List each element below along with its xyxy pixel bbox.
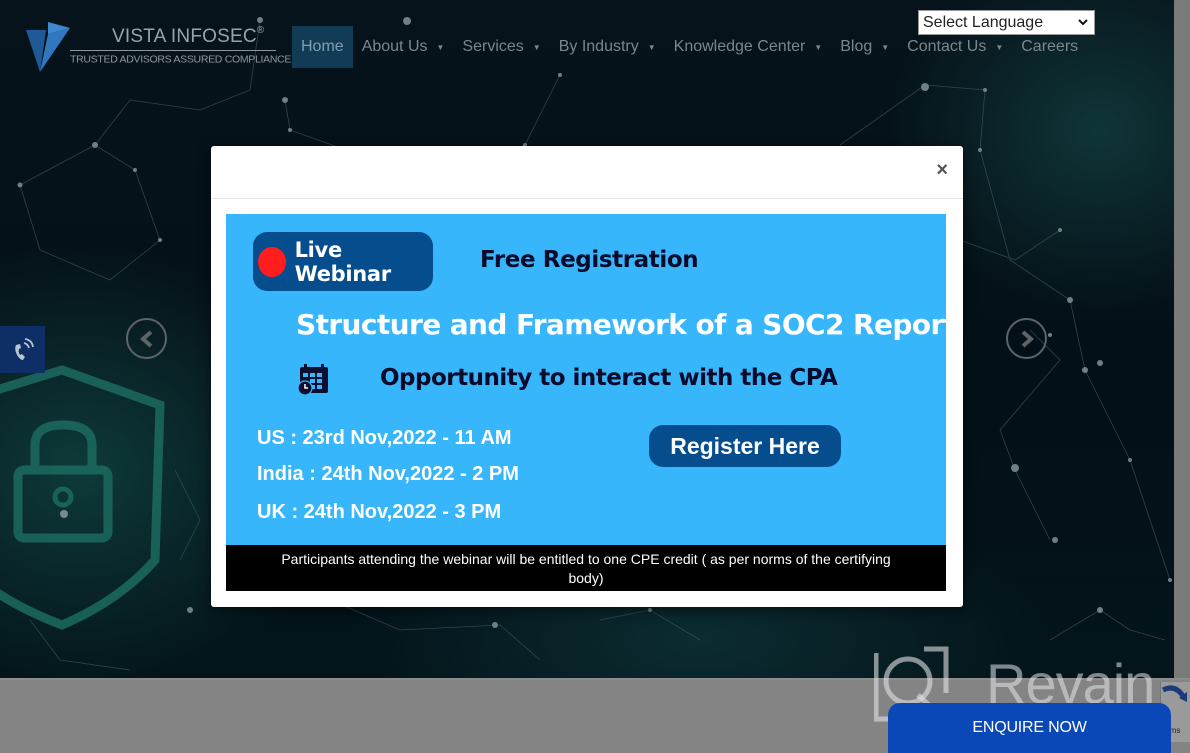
live-indicator-dot — [258, 246, 286, 277]
nav-by-industry[interactable]: By Industry ▼ — [550, 26, 665, 68]
webinar-subtitle: Opportunity to interact with the CPA — [380, 365, 838, 391]
nav-services[interactable]: Services ▼ — [453, 26, 549, 68]
schedule-us: US : 23rd Nov,2022 - 11 AM — [257, 427, 512, 449]
caret-down-icon: ▼ — [436, 42, 445, 52]
language-select[interactable]: Select Language — [918, 10, 1095, 35]
webinar-title: Structure and Framework of a SOC2 Report — [296, 308, 946, 341]
cpe-credit-note: Participants attending the webinar will … — [226, 545, 946, 591]
schedule-india: India : 24th Nov,2022 - 2 PM — [257, 463, 519, 485]
modal-header: × — [211, 146, 963, 199]
nav-blog[interactable]: Blog ▼ — [831, 26, 898, 68]
chevron-left-icon — [139, 329, 152, 348]
logo-name: VISTA INFOSEC® — [112, 24, 265, 48]
page-scrollbar[interactable] — [1174, 0, 1190, 678]
site-logo[interactable]: VISTA INFOSEC® TRUSTED ADVISORS ASSURED … — [24, 18, 298, 74]
language-select-value: Select Language — [923, 13, 1044, 31]
logo-tagline-text: TRUSTED ADVISORS ASSURED COMPLIANCE — [70, 53, 292, 66]
caret-down-icon: ▼ — [814, 42, 823, 52]
free-registration-label: Free Registration — [480, 247, 699, 273]
call-button[interactable] — [0, 326, 45, 373]
logo-name-text: VISTA INFOSEC — [112, 26, 257, 47]
caret-down-icon: ▼ — [647, 42, 656, 52]
caret-down-icon: ▼ — [881, 42, 890, 52]
nav-label: Knowledge Center — [673, 38, 806, 55]
shield-lock-illustration — [0, 365, 165, 630]
register-here-button[interactable]: Register Here — [649, 425, 841, 467]
modal-close-button[interactable]: × — [936, 160, 948, 180]
nav-label: Home — [301, 38, 344, 55]
webinar-schedule: US : 23rd Nov,2022 - 11 AM India : 24th … — [257, 426, 519, 536]
carousel-next-button[interactable] — [1006, 318, 1047, 359]
webinar-banner[interactable]: Live Webinar Free Registration Structure… — [226, 214, 946, 591]
logo-divider — [70, 50, 276, 51]
enquire-now-button[interactable]: ENQUIRE NOW — [888, 703, 1171, 753]
nav-label: About Us — [361, 38, 428, 55]
nav-label: Blog — [840, 38, 873, 55]
phone-ringing-icon — [14, 337, 34, 360]
chevron-right-icon — [1021, 329, 1034, 348]
nav-label: Contact Us — [907, 38, 987, 55]
chevron-down-icon — [1078, 17, 1088, 29]
nav-label: Careers — [1021, 38, 1079, 55]
nav-knowledge-center[interactable]: Knowledge Center ▼ — [665, 26, 832, 68]
webinar-modal: × Live Webinar Free Registration Structu… — [211, 146, 963, 607]
nav-label: Services — [462, 38, 524, 55]
calendar-clock-icon — [297, 364, 328, 396]
carousel-prev-button[interactable] — [126, 318, 167, 359]
live-webinar-label: Live Webinar — [294, 237, 392, 286]
live-webinar-badge: Live Webinar — [253, 232, 433, 291]
caret-down-icon: ▼ — [532, 42, 541, 52]
schedule-uk: UK : 24th Nov,2022 - 3 PM — [257, 501, 502, 523]
nav-about-us[interactable]: About Us ▼ — [353, 26, 454, 68]
logo-mark-icon — [26, 22, 70, 72]
nav-home[interactable]: Home — [292, 26, 353, 68]
registered-mark: ® — [256, 24, 265, 36]
logo-tagline: TRUSTED ADVISORS ASSURED COMPLIANCE™ — [70, 53, 298, 66]
nav-label: By Industry — [558, 38, 639, 55]
caret-down-icon: ▼ — [995, 42, 1004, 52]
